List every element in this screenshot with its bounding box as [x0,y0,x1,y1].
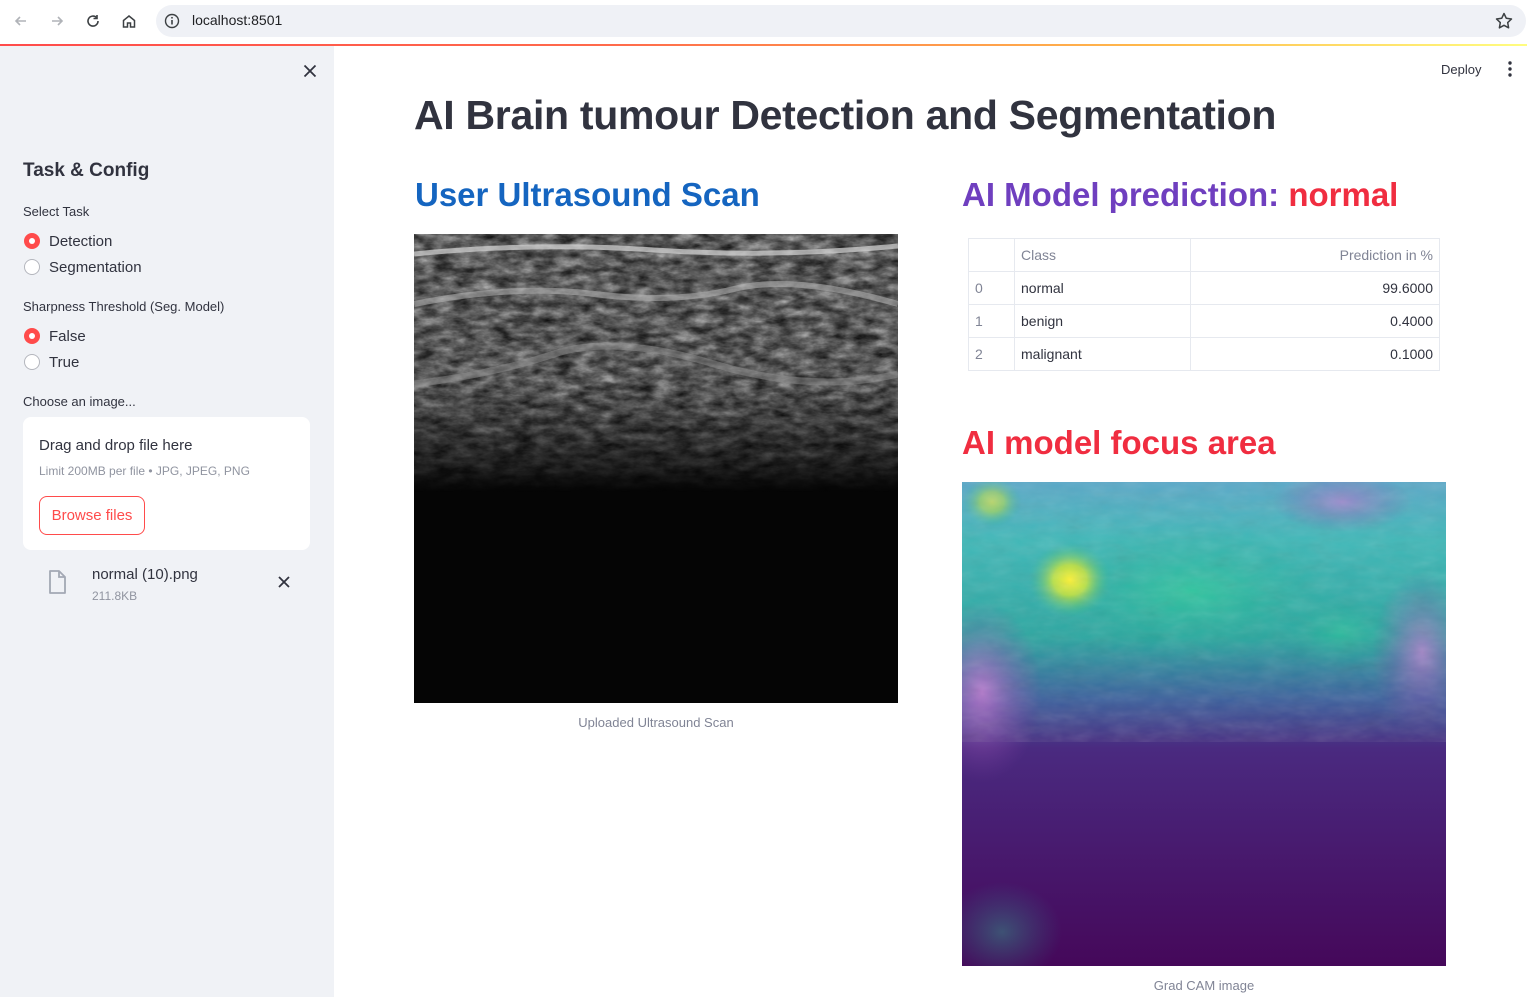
reload-icon[interactable] [80,8,106,34]
radio-label: Detection [49,232,113,250]
row-class: benign [1014,304,1191,338]
radio-label: False [49,327,86,345]
row-class: malignant [1014,337,1191,371]
file-icon [45,568,69,596]
row-class: normal [1014,271,1191,305]
row-value: 99.6000 [1190,271,1440,305]
prediction-result: normal [1288,176,1399,213]
column-header-class: Class [1014,238,1191,272]
file-size: 211.8KB [92,589,138,603]
radio-label: True [49,353,80,371]
radio-detection[interactable]: Detection [24,230,112,252]
browser-toolbar: localhost:8501 [0,0,1527,44]
ultrasound-scan-image [414,234,898,703]
prediction-heading: AI Model prediction: normal [962,176,1398,214]
table-row: 1 benign 0.4000 [968,304,1440,338]
dropzone-title: Drag and drop file here [39,437,193,454]
page-title: AI Brain tumour Detection and Segmentati… [414,92,1277,138]
sidebar: Task & Config Select Task Detection Segm… [0,46,334,997]
home-icon[interactable] [116,8,142,34]
row-index: 2 [968,337,1015,371]
row-index: 1 [968,304,1015,338]
gradcam-caption: Grad CAM image [1153,978,1255,993]
column-header-index [968,238,1015,272]
sharpness-label: Sharpness Threshold (Seg. Model) [23,299,225,314]
table-row: 2 malignant 0.1000 [968,337,1440,371]
dropzone-limit: Limit 200MB per file • JPG, JPEG, PNG [39,464,250,478]
prediction-table: Class Prediction in % 0 normal 99.6000 1… [968,238,1440,371]
radio-checked-icon[interactable] [24,328,40,344]
remove-file-icon[interactable] [274,572,294,592]
file-name: normal (10).png [92,566,198,583]
radio-segmentation[interactable]: Segmentation [24,256,142,278]
forward-arrow-icon[interactable] [44,8,70,34]
deploy-button[interactable]: Deploy [1431,60,1491,79]
site-info-icon[interactable] [164,13,180,29]
select-task-label: Select Task [23,204,90,219]
choose-image-label: Choose an image... [23,394,136,409]
radio-true[interactable]: True [24,351,79,373]
radio-checked-icon[interactable] [24,233,40,249]
gradcam-image [962,482,1446,966]
table-header-row: Class Prediction in % [968,238,1440,272]
bookmark-star-icon[interactable] [1494,11,1514,31]
row-value: 0.4000 [1190,304,1440,338]
radio-label: Segmentation [49,258,142,276]
file-dropzone[interactable]: Drag and drop file here Limit 200MB per … [23,417,310,550]
browse-files-button[interactable]: Browse files [39,496,145,535]
table-row: 0 normal 99.6000 [968,271,1440,305]
address-bar[interactable]: localhost:8501 [156,5,1526,37]
radio-unchecked-icon[interactable] [24,354,40,370]
radio-unchecked-icon[interactable] [24,259,40,275]
row-value: 0.1000 [1190,337,1440,371]
scan-caption: Uploaded Ultrasound Scan [578,715,734,730]
uploaded-file: normal (10).png 211.8KB [23,558,310,608]
radio-false[interactable]: False [24,325,86,347]
main-menu-icon[interactable] [1500,58,1520,80]
close-sidebar-icon[interactable] [300,61,320,81]
focus-heading: AI model focus area [962,424,1276,461]
scan-heading: User Ultrasound Scan [415,176,760,213]
url-text[interactable]: localhost:8501 [192,12,282,28]
prediction-heading-prefix: AI Model prediction: [962,176,1289,213]
column-header-prediction: Prediction in % [1190,238,1440,272]
sidebar-heading: Task & Config [23,160,150,181]
back-arrow-icon[interactable] [8,8,34,34]
row-index: 0 [968,271,1015,305]
